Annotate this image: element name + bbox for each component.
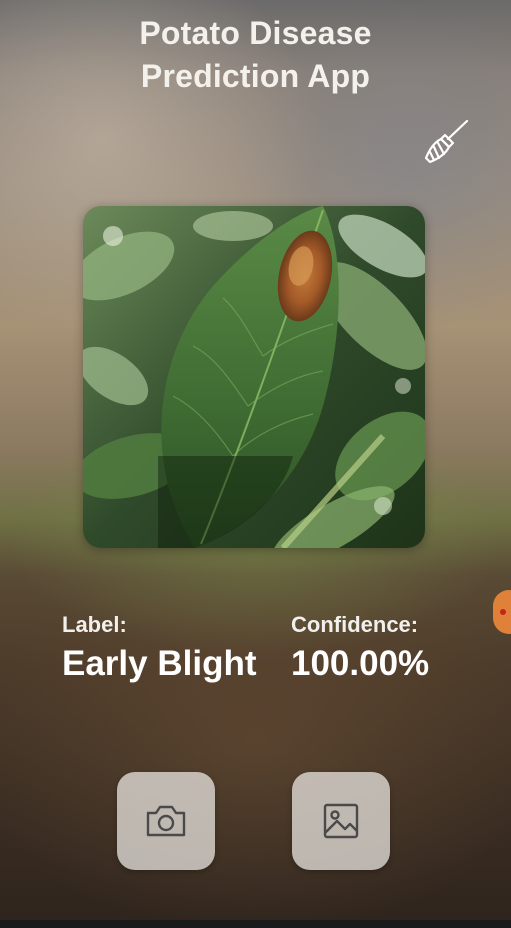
app-title: Potato Disease Prediction App <box>0 12 511 98</box>
confidence-heading: Confidence: <box>291 612 419 637</box>
label-result: Label: Early Blight <box>62 612 256 688</box>
label-heading: Label: <box>62 612 127 637</box>
broom-icon <box>424 119 469 164</box>
leaf-image-preview <box>83 206 425 548</box>
leaf-photo <box>83 206 425 548</box>
label-value: Early Blight <box>62 644 257 683</box>
edge-handle[interactable] <box>493 590 511 634</box>
camera-button[interactable] <box>117 772 215 870</box>
app-title-line-2: Prediction App <box>140 58 371 94</box>
gallery-button[interactable] <box>292 772 390 870</box>
bottom-system-bar <box>0 920 511 928</box>
image-gallery-icon <box>323 803 359 839</box>
confidence-value: 100.00% <box>291 644 430 683</box>
camera-icon <box>146 805 186 837</box>
clear-button[interactable] <box>418 114 474 170</box>
app-title-line-1: Potato Disease <box>139 15 372 51</box>
confidence-result: Confidence: 100.00% <box>291 612 429 688</box>
